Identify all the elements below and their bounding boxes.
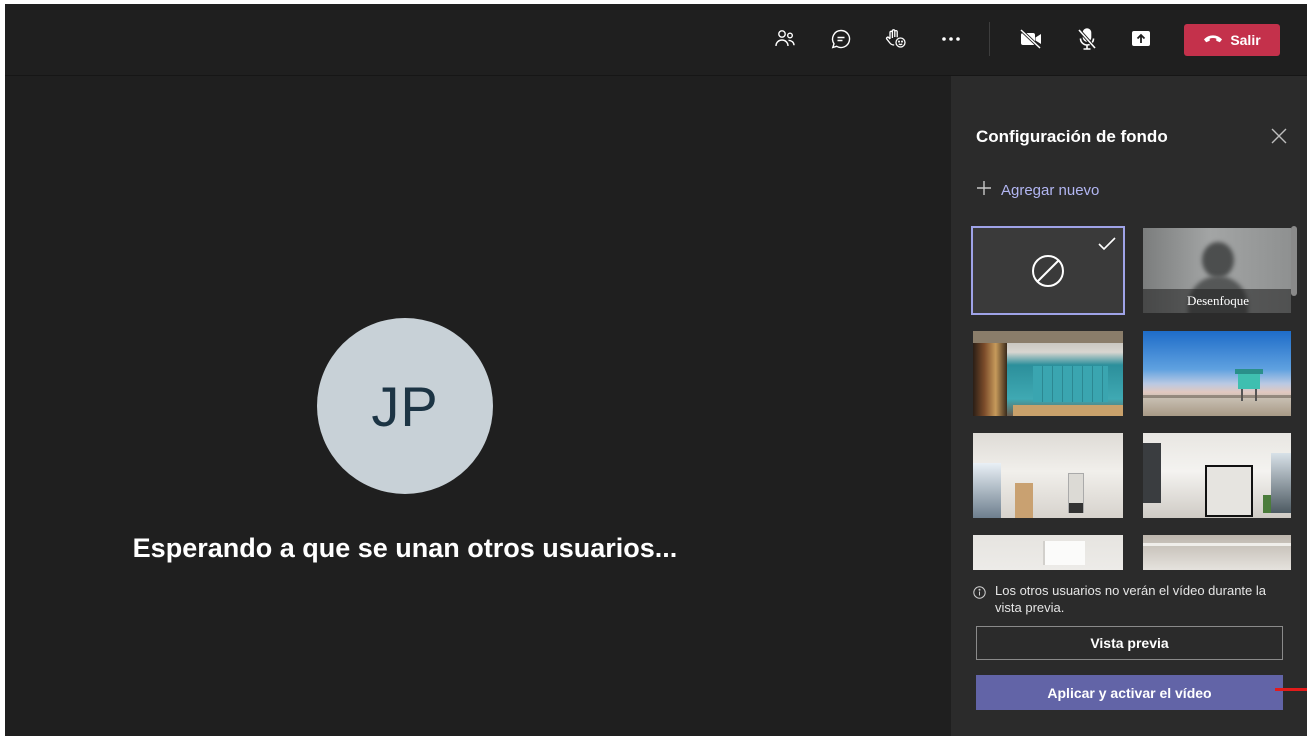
avatar-initials: JP <box>371 374 439 438</box>
raise-hand-icon[interactable] <box>880 23 912 55</box>
checkmark-icon <box>1097 236 1117 257</box>
red-annotation-mark <box>1275 688 1307 691</box>
background-grey-room-option[interactable] <box>1143 535 1291 570</box>
background-blur-option[interactable]: Desenfoque <box>1143 228 1291 313</box>
preview-notice-text: Los otros usuarios no verán el vídeo dur… <box>995 583 1267 615</box>
close-icon[interactable] <box>1269 126 1289 146</box>
no-background-icon <box>1030 253 1066 294</box>
background-office-option[interactable] <box>973 331 1123 416</box>
camera-off-icon[interactable] <box>1015 23 1047 55</box>
beach-image <box>1143 331 1291 416</box>
background-gallery: Desenfoque <box>971 226 1291 570</box>
meeting-toolbar: Salir <box>5 4 1307 76</box>
office-image <box>973 331 1123 416</box>
grey-room-image <box>1143 543 1291 546</box>
apply-and-turn-on-video-button[interactable]: Aplicar y activar el vídeo <box>976 675 1283 710</box>
plus-icon <box>976 180 992 200</box>
background-beach-option[interactable] <box>1143 331 1291 416</box>
people-icon[interactable] <box>769 23 801 55</box>
window-room-image <box>1143 433 1291 518</box>
meeting-stage: JP Esperando a que se unan otros usuario… <box>5 76 951 736</box>
leave-button[interactable]: Salir <box>1184 24 1280 56</box>
info-icon <box>973 586 986 616</box>
chat-icon[interactable] <box>825 23 857 55</box>
preview-label: Vista previa <box>1090 635 1169 651</box>
background-none-option[interactable] <box>971 226 1125 315</box>
leave-label: Salir <box>1230 32 1261 48</box>
avatar: JP <box>317 318 493 494</box>
more-icon[interactable] <box>935 23 967 55</box>
teams-meeting-window: Salir JP Esperando a que se unan otros u… <box>5 4 1307 736</box>
gallery-scrollbar[interactable] <box>1291 226 1297 296</box>
mic-off-icon[interactable] <box>1071 23 1103 55</box>
white-room-image <box>973 433 1123 518</box>
share-screen-icon[interactable] <box>1125 23 1157 55</box>
background-white-room-option[interactable] <box>973 433 1123 518</box>
add-new-background-button[interactable]: Agregar nuevo <box>976 178 1099 202</box>
hang-up-icon <box>1203 32 1223 48</box>
bright-room-image <box>1043 541 1085 565</box>
background-settings-panel: Configuración de fondo Agregar nuevo Des… <box>951 76 1307 736</box>
background-bright-room-option[interactable] <box>973 535 1123 570</box>
waiting-message: Esperando a que se unan otros usuarios..… <box>132 533 678 563</box>
preview-notice: Los otros usuarios no verán el vídeo dur… <box>973 582 1293 616</box>
panel-title: Configuración de fondo <box>976 127 1168 146</box>
add-new-label: Agregar nuevo <box>1001 181 1100 199</box>
toolbar-divider <box>989 22 990 56</box>
preview-button[interactable]: Vista previa <box>976 626 1283 660</box>
apply-label: Aplicar y activar el vídeo <box>1047 684 1212 701</box>
background-window-room-option[interactable] <box>1143 433 1291 518</box>
blur-label: Desenfoque <box>1186 293 1250 308</box>
